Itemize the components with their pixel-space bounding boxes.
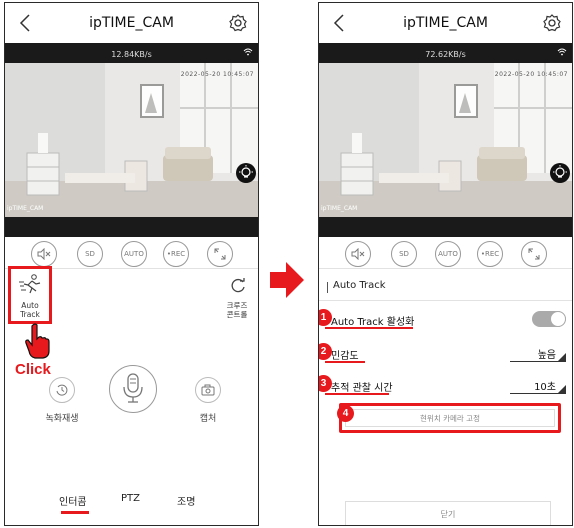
top-bar: ipTIME_CAM xyxy=(5,3,258,43)
wifi-icon xyxy=(243,48,253,56)
video-timestamp: 2022-05-20 10:45:07 xyxy=(494,71,568,78)
tracking-time-select[interactable]: 10초 xyxy=(510,376,566,394)
label-underline xyxy=(325,393,389,395)
sd-button[interactable]: SD xyxy=(77,241,103,267)
cruise-label-line2: 콘트롤 xyxy=(226,310,248,319)
label-underline xyxy=(325,361,365,363)
auto-track-toggle[interactable] xyxy=(532,311,566,327)
select-underline xyxy=(510,361,566,362)
header-accent-bar xyxy=(327,282,328,293)
auto-track-label[interactable]: Auto Track xyxy=(11,301,49,319)
left-phone-screen: ipTIME_CAM 12.84KB/s 2022-05-20 10:45:07… xyxy=(4,2,259,526)
light-bulb-icon[interactable] xyxy=(550,163,570,183)
capture-label: 캡처 xyxy=(199,414,217,424)
dropdown-corner-icon xyxy=(558,385,566,393)
cruise-refresh-icon[interactable] xyxy=(229,277,247,295)
auto-track-label-line2: Track xyxy=(20,310,40,319)
room-scene-image: 2022-05-20 10:45:07 ipTIME_CAM xyxy=(319,63,572,217)
dropdown-corner-icon xyxy=(558,353,566,361)
select-value: 10초 xyxy=(534,382,556,393)
select-underline xyxy=(510,393,566,394)
page-title: ipTIME_CAM xyxy=(403,15,488,31)
fix-camera-position-button[interactable]: 현위치 카메라 고정 xyxy=(345,409,555,427)
room-scene-image: 2022-05-20 10:45:07 ipTIME_CAM xyxy=(5,63,258,217)
camera-name-overlay: ipTIME_CAM xyxy=(321,205,358,212)
setting-row-auto-track-enable: 1 Auto Track 활성화 xyxy=(319,307,572,333)
right-phone-screen: ipTIME_CAM 72.62KB/s 2022-05-20 10:45:07… xyxy=(318,2,573,526)
right-arrow-icon xyxy=(270,262,304,298)
camera-video-view[interactable]: 12.84KB/s 2022-05-20 10:45:07 ipTIME_CAM xyxy=(5,43,258,237)
auto-quality-button[interactable]: AUTO xyxy=(121,241,147,267)
camera-name-overlay: ipTIME_CAM xyxy=(7,205,44,212)
control-toolbar: SD AUTO •REC xyxy=(5,239,258,269)
playback-label: 녹화재생 xyxy=(45,414,79,424)
auto-track-running-icon[interactable] xyxy=(18,273,42,295)
tab-lighting[interactable]: 조명 xyxy=(177,493,195,508)
mute-icon[interactable] xyxy=(31,241,57,267)
auto-track-label-line1: Auto xyxy=(21,301,39,310)
bottom-tab-bar: 인터콤 PTZ 조명 xyxy=(5,493,258,513)
video-timestamp: 2022-05-20 10:45:07 xyxy=(180,71,254,78)
settings-gear-icon[interactable] xyxy=(228,13,248,33)
step-badge-3: 3 xyxy=(319,375,332,392)
settings-gear-icon[interactable] xyxy=(542,13,562,33)
setting-label: 추적 관찰 시간 xyxy=(331,383,393,394)
panel-title: Auto Track xyxy=(333,280,386,291)
camera-video-view[interactable]: 72.62KB/s 2022-05-20 10:45:07 ipTIME_CAM xyxy=(319,43,572,237)
click-annotation: Click xyxy=(15,361,51,378)
setting-row-sensitivity: 2 민감도 높음 xyxy=(319,341,572,367)
mute-icon[interactable] xyxy=(345,241,371,267)
fullscreen-icon[interactable] xyxy=(207,241,233,267)
pointing-hand-icon xyxy=(25,323,50,359)
toggle-knob xyxy=(550,311,566,327)
light-bulb-icon[interactable] xyxy=(236,163,256,183)
auto-track-panel-header: Auto Track xyxy=(319,271,572,301)
sd-button[interactable]: SD xyxy=(391,241,417,267)
record-button[interactable]: •REC xyxy=(163,241,189,267)
record-button[interactable]: •REC xyxy=(477,241,503,267)
cruise-label-line1: 크루즈 xyxy=(226,301,248,310)
sensitivity-select[interactable]: 높음 xyxy=(510,344,566,362)
fullscreen-icon[interactable] xyxy=(521,241,547,267)
cruise-control-label[interactable]: 크루즈 콘트롤 xyxy=(219,301,255,319)
wifi-icon xyxy=(557,48,567,56)
step-badge-2: 2 xyxy=(319,343,332,360)
tab-intercom[interactable]: 인터콤 xyxy=(59,493,87,508)
control-toolbar: SD AUTO •REC xyxy=(319,239,572,269)
microphone-icon[interactable] xyxy=(109,365,157,413)
active-tab-indicator xyxy=(61,511,89,514)
step-badge-4: 4 xyxy=(337,405,354,422)
setting-label: 민감도 xyxy=(331,351,359,362)
setting-row-tracking-time: 3 추적 관찰 시간 10초 xyxy=(319,373,572,399)
auto-quality-button[interactable]: AUTO xyxy=(435,241,461,267)
tab-ptz[interactable]: PTZ xyxy=(121,493,140,504)
step-badge-1: 1 xyxy=(319,309,332,326)
page-title: ipTIME_CAM xyxy=(89,15,174,31)
label-underline xyxy=(325,327,413,329)
fix-camera-highlight: 현위치 카메라 고정 xyxy=(339,403,561,433)
playback-history-icon[interactable] xyxy=(49,377,75,403)
bitrate-text: 72.62KB/s xyxy=(425,50,466,59)
top-bar: ipTIME_CAM xyxy=(319,3,572,43)
select-value: 높음 xyxy=(537,350,556,361)
bitrate-text: 12.84KB/s xyxy=(111,50,152,59)
setting-label: Auto Track 활성화 xyxy=(331,317,415,328)
camera-capture-icon[interactable] xyxy=(195,377,221,403)
close-button[interactable]: 닫기 xyxy=(345,501,551,525)
